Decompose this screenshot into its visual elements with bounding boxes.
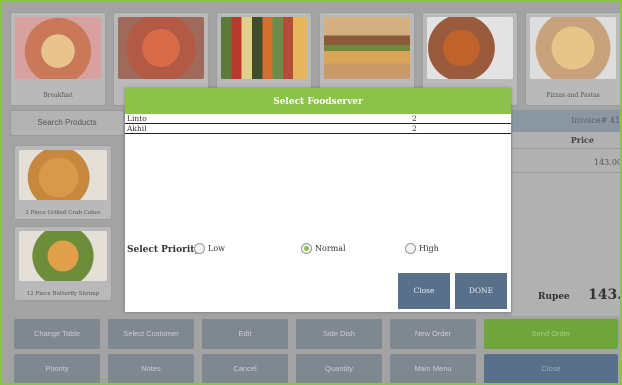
quantity-button[interactable]: Quantity [296,354,382,383]
edit-button[interactable]: Edit [202,319,288,349]
select-customer-button[interactable]: Select Customer [108,319,194,349]
foodserver-count: 2 [412,124,417,133]
category-image [324,17,410,79]
product-image [19,150,107,200]
dialog-close-button[interactable]: Close [398,273,450,309]
pos-screen: Breakfast Pizzas and Pastas Search Produ… [0,0,622,385]
close-button[interactable]: Close [484,354,618,383]
divider [512,172,620,173]
product-tile-butterfly-shrimp[interactable]: 12 Piece Butterfly Shrimp [14,226,112,301]
invoice-number: Invoice# 41 [512,110,620,132]
dialog-title: Select Foodserver [125,88,511,114]
price-header: Price [570,135,594,145]
side-dish-button[interactable]: Side Dish [296,319,382,349]
priority-selector: Select Priority Low Normal High [125,243,511,259]
change-table-button[interactable]: Change Table [14,319,100,349]
total-currency-label: Rupee [538,292,570,302]
radio-checked-icon [301,243,312,254]
priority-radio-normal[interactable]: Normal [301,243,346,254]
radio-unchecked-icon [194,243,205,254]
new-order-button[interactable]: New Order [390,319,476,349]
main-menu-button[interactable]: Main Menu [390,354,476,383]
category-label: Breakfast [43,92,73,99]
select-foodserver-dialog: Select Foodserver Linto 2 Akhil 2 Select… [125,88,511,312]
foodserver-row[interactable]: Akhil 2 [125,124,511,134]
total-amount: 143.00 [588,287,622,303]
foodserver-name: Linto [127,114,147,123]
priority-radio-low[interactable]: Low [194,243,225,254]
foodserver-row[interactable]: Linto 2 [125,114,511,124]
priority-label: Select Priority [127,245,200,255]
order-line-price: 143.00 [594,158,622,167]
priority-option-label: Low [208,244,225,253]
notes-button[interactable]: Notes [108,354,194,383]
foodserver-list: Linto 2 Akhil 2 [125,114,511,134]
category-image [15,17,101,79]
priority-option-label: High [419,244,439,253]
dialog-done-button[interactable]: DONE [455,273,507,309]
category-image [221,17,307,79]
divider [512,148,620,149]
foodserver-count: 2 [412,114,417,123]
product-label: 12 Piece Butterfly Shrimp [26,291,100,297]
send-order-button[interactable]: Send Order [484,319,618,349]
priority-option-label: Normal [315,244,346,253]
order-total: Rupee 143.00 [512,284,622,314]
category-label: Pizzas and Pastas [546,92,600,99]
product-label: 2 Piece Grilled Crab Cakes [25,210,101,216]
cancel-button[interactable]: Cancel [202,354,288,383]
category-image [530,17,616,79]
priority-button[interactable]: Priority [14,354,100,383]
priority-radio-high[interactable]: High [405,243,439,254]
category-tile-breakfast[interactable]: Breakfast [10,12,106,106]
radio-unchecked-icon [405,243,416,254]
category-tile-pizzas-and-pastas[interactable]: Pizzas and Pastas [525,12,620,106]
category-image [427,17,513,79]
product-tile-crab-cakes[interactable]: 2 Piece Grilled Crab Cakes [14,145,112,220]
product-image [19,231,107,281]
foodserver-name: Akhil [127,124,147,133]
category-image [118,17,204,79]
search-products-button[interactable]: Search Products [10,110,124,136]
